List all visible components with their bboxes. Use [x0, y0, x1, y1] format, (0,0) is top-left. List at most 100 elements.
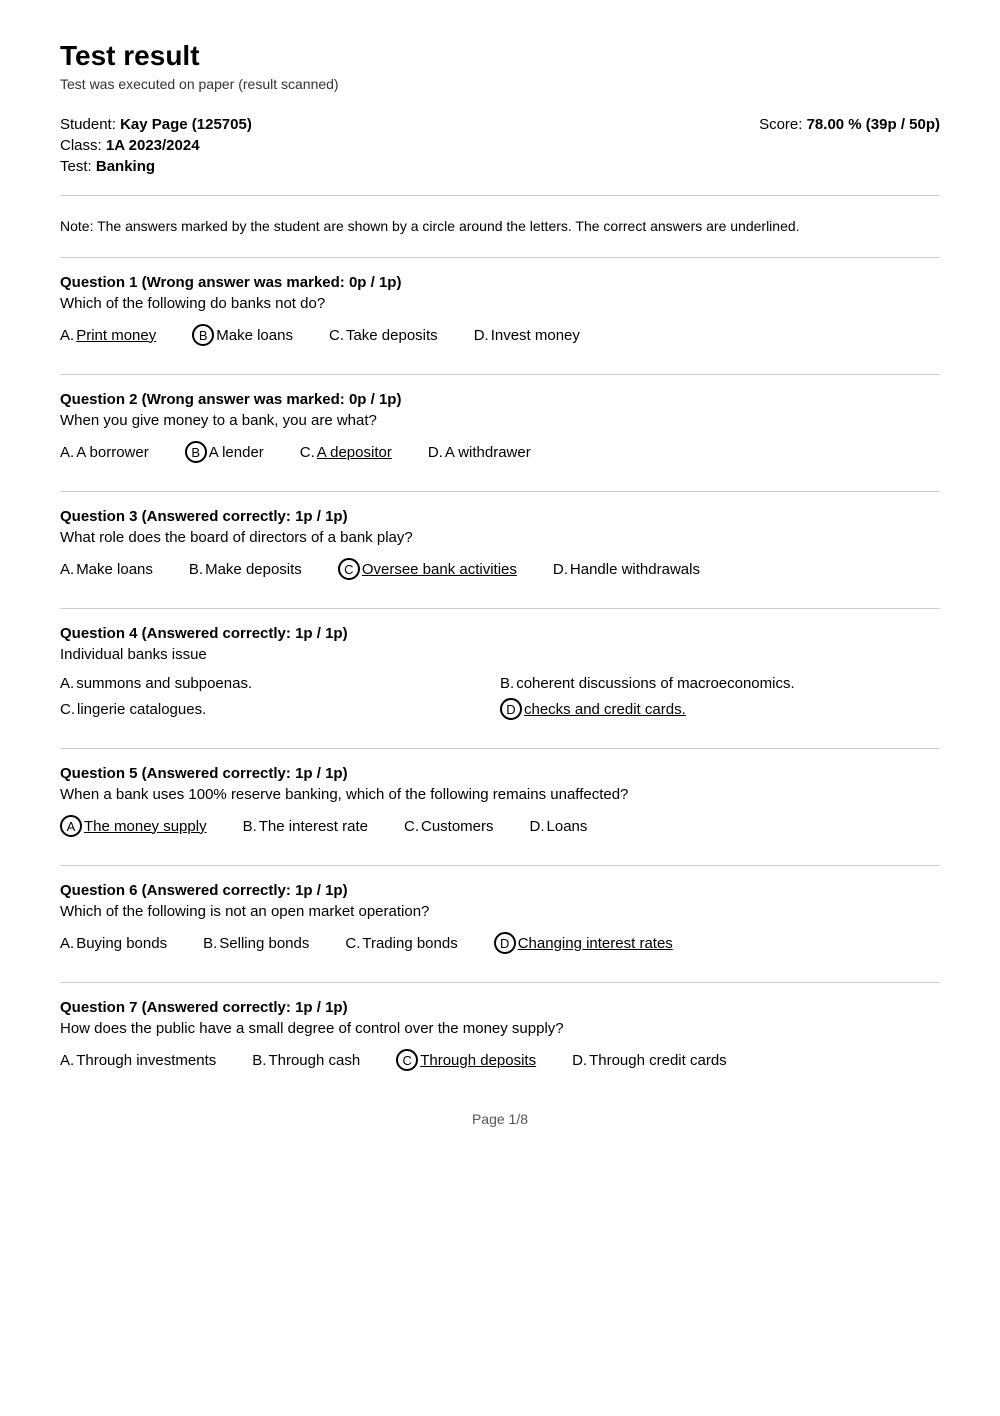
answer-text: A depositor: [317, 444, 392, 461]
answer-label: D.: [474, 327, 489, 344]
question-block-7: Question 7 (Answered correctly: 1p / 1p)…: [60, 999, 940, 1071]
answer-text: A borrower: [76, 444, 149, 461]
answers-6: A. Buying bondsB. Selling bondsC. Tradin…: [60, 932, 940, 954]
answers-3: A. Make loans B. Make deposits C Oversee b…: [60, 558, 940, 580]
answer-5-4: D. Loans: [530, 818, 588, 835]
answer-2-2: B A lender: [185, 441, 264, 463]
question-header-4: Question 4 (Answered correctly: 1p / 1p): [60, 625, 940, 642]
circled-label: D: [500, 698, 522, 720]
answer-text: A withdrawer: [445, 444, 531, 461]
answer-label: B.: [252, 1052, 266, 1069]
question-divider: [60, 865, 940, 866]
page-title: Test result: [60, 40, 940, 72]
answer-text: Through investments: [76, 1052, 216, 1069]
answer-6-1: A. Buying bonds: [60, 935, 167, 952]
answers-5: A The money supplyB. The interest rateC.…: [60, 815, 940, 837]
page-footer: Page 1/8: [60, 1111, 940, 1127]
answer-text: Oversee bank activities: [362, 561, 517, 578]
question-divider: [60, 374, 940, 375]
answer-label: A.: [60, 1052, 74, 1069]
answer-text: coherent discussions of macroeconomics.: [516, 675, 794, 692]
answer-text: Take deposits: [346, 327, 438, 344]
answer-5-3: C. Customers: [404, 818, 494, 835]
answer-label: D.: [428, 444, 443, 461]
answer-6-3: C. Trading bonds: [345, 935, 457, 952]
answer-label: C.: [345, 935, 360, 952]
answer-text: Make deposits: [205, 561, 302, 578]
circled-label: B: [192, 324, 214, 346]
question-block-2: Question 2 (Wrong answer was marked: 0p …: [60, 391, 940, 463]
answers-1: A. Print money B Make loans C. Take deposi…: [60, 324, 940, 346]
answer-1-4: D. Invest money: [474, 327, 580, 344]
answer-label: A.: [60, 327, 74, 344]
question-block-6: Question 6 (Answered correctly: 1p / 1p)…: [60, 882, 940, 954]
answer-text: summons and subpoenas.: [76, 675, 252, 692]
answer-4-4: D checks and credit cards.: [500, 698, 904, 720]
question-header-2: Question 2 (Wrong answer was marked: 0p …: [60, 391, 940, 408]
question-text-6: Which of the following is not an open ma…: [60, 903, 940, 920]
answer-text: checks and credit cards.: [524, 701, 686, 718]
answer-5-1: A The money supply: [60, 815, 207, 837]
score-line: Score: 78.00 % (39p / 50p): [500, 116, 940, 133]
answer-label: C.: [404, 818, 419, 835]
answer-label: A.: [60, 561, 74, 578]
question-block-3: Question 3 (Answered correctly: 1p / 1p)…: [60, 508, 940, 580]
answer-text: A lender: [209, 444, 264, 461]
answer-2-1: A. A borrower: [60, 444, 149, 461]
test-label: Test:: [60, 158, 92, 175]
answer-7-1: A. Through investments: [60, 1052, 216, 1069]
answer-2-3: C. A depositor: [300, 444, 392, 461]
answer-text: Handle withdrawals: [570, 561, 700, 578]
question-divider: [60, 491, 940, 492]
score-label: Score:: [759, 116, 802, 133]
answer-3-1: A. Make loans: [60, 561, 153, 578]
circled-label: B: [185, 441, 207, 463]
question-text-1: Which of the following do banks not do?: [60, 295, 940, 312]
answer-7-4: D. Through credit cards: [572, 1052, 727, 1069]
answers-4: A. summons and subpoenas.B. coherent dis…: [60, 675, 940, 720]
answer-2-4: D. A withdrawer: [428, 444, 531, 461]
score-value: 78.00 % (39p / 50p): [807, 116, 940, 133]
question-text-3: What role does the board of directors of…: [60, 529, 940, 546]
question-divider: [60, 608, 940, 609]
answer-7-3: C Through deposits: [396, 1049, 536, 1071]
questions-container: Question 1 (Wrong answer was marked: 0p …: [60, 274, 940, 1071]
answer-text: Loans: [547, 818, 588, 835]
circled-label: C: [338, 558, 360, 580]
answer-3-3: C Oversee bank activities: [338, 558, 517, 580]
answer-label: D.: [530, 818, 545, 835]
answer-label: D.: [572, 1052, 587, 1069]
answer-4-1: A. summons and subpoenas.: [60, 675, 464, 692]
question-block-1: Question 1 (Wrong answer was marked: 0p …: [60, 274, 940, 346]
question-divider: [60, 748, 940, 749]
question-header-6: Question 6 (Answered correctly: 1p / 1p): [60, 882, 940, 899]
answer-text: The money supply: [84, 818, 207, 835]
question-divider: [60, 982, 940, 983]
answer-text: Print money: [76, 327, 156, 344]
answer-label: A.: [60, 444, 74, 461]
answer-1-3: C. Take deposits: [329, 327, 438, 344]
note-section: Note: The answers marked by the student …: [60, 216, 940, 237]
answer-text: Changing interest rates: [518, 935, 673, 952]
answer-text: Trading bonds: [362, 935, 457, 952]
question-text-2: When you give money to a bank, you are w…: [60, 412, 940, 429]
meta-right: Score: 78.00 % (39p / 50p): [500, 116, 940, 179]
answer-4-3: C. lingerie catalogues.: [60, 698, 464, 720]
student-line: Student: Kay Page (125705): [60, 116, 500, 133]
test-value: Banking: [96, 158, 155, 175]
answer-3-4: D. Handle withdrawals: [553, 561, 700, 578]
circled-label: D: [494, 932, 516, 954]
answer-text: lingerie catalogues.: [77, 701, 206, 718]
answer-text: Make loans: [216, 327, 293, 344]
test-line: Test: Banking: [60, 158, 500, 175]
answer-label: B.: [243, 818, 257, 835]
question-text-5: When a bank uses 100% reserve banking, w…: [60, 786, 940, 803]
answer-1-2: B Make loans: [192, 324, 293, 346]
divider2: [60, 257, 940, 258]
answer-label: D.: [553, 561, 568, 578]
class-line: Class: 1A 2023/2024: [60, 137, 500, 154]
answer-text: Make loans: [76, 561, 153, 578]
answer-3-2: B. Make deposits: [189, 561, 302, 578]
answer-label: C.: [300, 444, 315, 461]
page-subtitle: Test was executed on paper (result scann…: [60, 76, 940, 92]
